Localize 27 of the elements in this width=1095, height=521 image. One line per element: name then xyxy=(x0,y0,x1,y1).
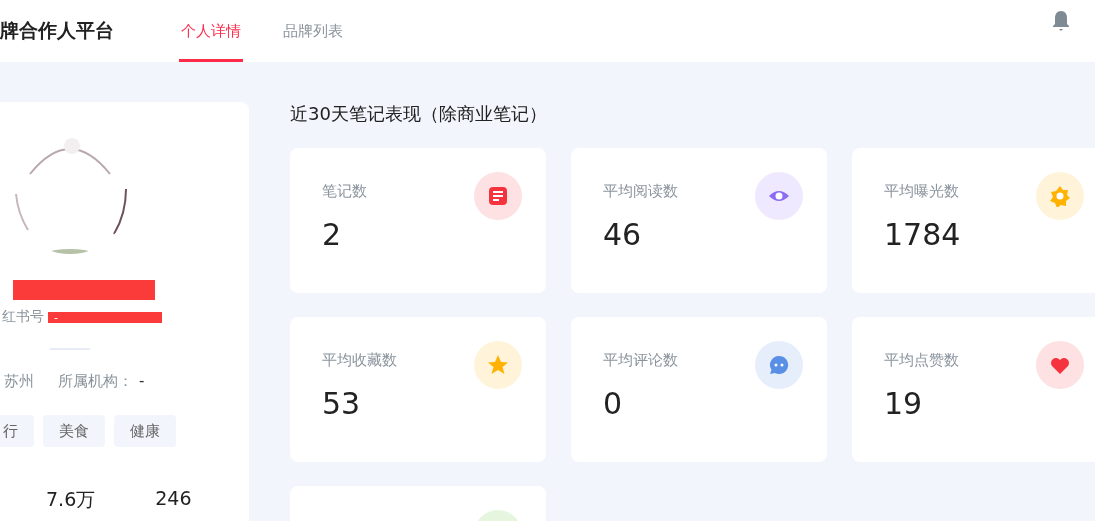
bell-icon[interactable] xyxy=(1051,10,1071,32)
metric-label: 平均阅读数 xyxy=(603,182,678,201)
metric-value: 0 xyxy=(603,386,623,421)
metric-value: 46 xyxy=(603,217,642,252)
stat-value: 7.6万 xyxy=(46,487,96,512)
tag: 行 xyxy=(0,415,34,447)
org-value: - xyxy=(139,372,145,390)
metric-value: 1784 xyxy=(884,217,961,252)
metric-label: 平均评论数 xyxy=(603,351,678,370)
section-title: 近30天笔记表现（除商业笔记） xyxy=(290,102,548,126)
stat-value: 246 xyxy=(155,487,192,511)
metric-label: 平均曝光数 xyxy=(884,182,959,201)
id-value: - xyxy=(48,311,162,323)
metric-value: 2 xyxy=(322,217,342,252)
metric-label: 笔记数 xyxy=(322,182,367,201)
metric-value: 53 xyxy=(322,386,361,421)
metric-value: 19 xyxy=(884,386,923,421)
id-label: 红书号 xyxy=(2,308,44,326)
location-text: 苏州 xyxy=(4,372,34,391)
nav-tab[interactable]: 个人详情 xyxy=(179,0,243,62)
org-label: 所属机构： xyxy=(58,372,133,390)
metric-label: 平均收藏数 xyxy=(322,351,397,370)
brand-title: 牌合作人平台 xyxy=(0,18,114,43)
metric-label: 平均点赞数 xyxy=(884,351,959,370)
nav-tab[interactable]: 品牌列表 xyxy=(281,0,345,62)
tag: 健康 xyxy=(114,415,176,447)
tag: 美食 xyxy=(43,415,105,447)
